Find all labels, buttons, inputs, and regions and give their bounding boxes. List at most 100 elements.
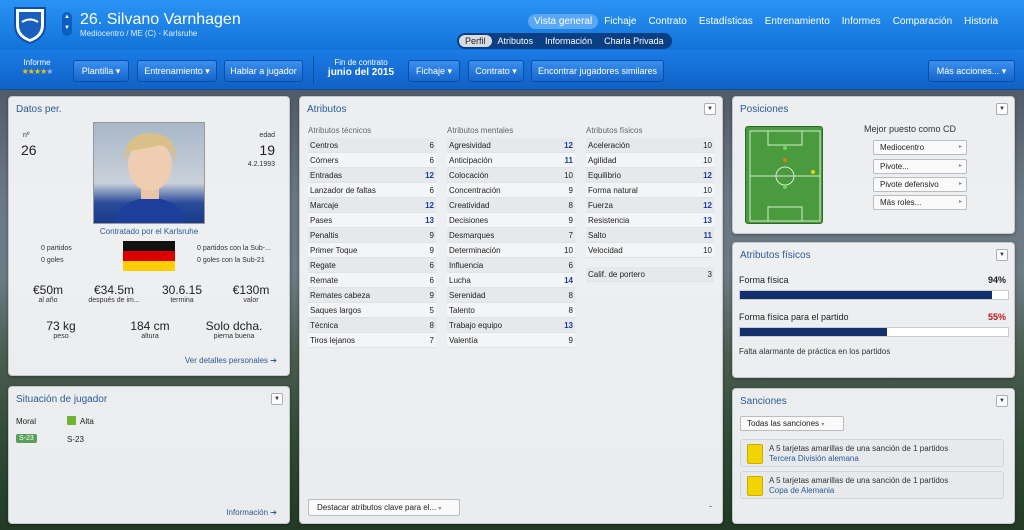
attr-row[interactable]: Agresividad 12 bbox=[447, 138, 575, 153]
attr-name: Marcaje bbox=[310, 201, 339, 210]
moral-status-icon bbox=[67, 416, 76, 425]
attr-value: 10 bbox=[703, 186, 712, 195]
attr-row[interactable]: Velocidad 10 bbox=[586, 243, 714, 258]
prev-next-player-arrows[interactable]: ▲ ▼ bbox=[62, 12, 72, 36]
hablar-jugador-button[interactable]: Hablar a jugador bbox=[224, 60, 303, 82]
attr-row[interactable]: Resistencia 13 bbox=[586, 213, 714, 228]
tab-informes[interactable]: Informes bbox=[836, 14, 887, 29]
encontrar-similares-button[interactable]: Encontrar jugadores similares bbox=[531, 60, 664, 82]
fichaje-button[interactable]: Fichaje ▾ bbox=[408, 60, 460, 82]
informe-rating[interactable]: Informe ★★★★★ bbox=[12, 58, 62, 76]
panel-menu-button[interactable]: ▼ bbox=[704, 103, 716, 115]
attr-row[interactable]: Centros 6 bbox=[308, 138, 436, 153]
attr-name: Colocación bbox=[449, 171, 489, 180]
panel-menu-button[interactable]: ▼ bbox=[996, 103, 1008, 115]
subtab-perfil[interactable]: Perfil bbox=[459, 35, 492, 47]
attr-row[interactable]: Lucha 14 bbox=[447, 273, 575, 288]
role-select-2[interactable]: Pivote... ▸ bbox=[873, 159, 967, 174]
tab-contrato[interactable]: Contrato bbox=[642, 14, 692, 29]
role-select-3[interactable]: Pivote defensivo ▸ bbox=[873, 177, 967, 192]
informacion-link[interactable]: Información ➔ bbox=[226, 508, 277, 517]
tab-fichaje[interactable]: Fichaje bbox=[598, 14, 642, 29]
attr-value: 11 bbox=[564, 156, 573, 165]
tab-entrenamiento[interactable]: Entrenamiento bbox=[759, 14, 836, 29]
attr-row[interactable]: Equilibrio 12 bbox=[586, 168, 714, 183]
attr-row[interactable]: Desmarques 7 bbox=[447, 228, 575, 243]
panel-menu-button[interactable]: ▼ bbox=[996, 395, 1008, 407]
player-portrait-icon bbox=[114, 133, 186, 223]
sanciones-filter-select[interactable]: Todas las sanciones ▾ bbox=[740, 416, 844, 431]
attr-name: Primer Toque bbox=[310, 246, 358, 255]
attr-row[interactable]: Tiros lejanos 7 bbox=[308, 333, 436, 348]
attr-row[interactable]: Anticipación 11 bbox=[447, 153, 575, 168]
subtab-informacion[interactable]: Información bbox=[539, 35, 598, 47]
attr-name: Fuerza bbox=[588, 201, 613, 210]
subtab-charla-privada[interactable]: Charla Privada bbox=[598, 35, 670, 47]
sanction-item[interactable]: A 5 tarjetas amarillas de una sanción de… bbox=[740, 439, 1004, 467]
posiciones-panel: Posiciones ▼ Mejor puesto como CD Medioc… bbox=[732, 96, 1015, 234]
signed-by-link[interactable]: Contratado por el Karlsruhe bbox=[69, 227, 229, 236]
attr-value: 8 bbox=[568, 201, 573, 210]
attr-row[interactable]: Remates cabeza 9 bbox=[308, 288, 436, 303]
sanction-competition[interactable]: Tercera División alemana bbox=[769, 454, 859, 463]
attr-row[interactable]: Córners 6 bbox=[308, 153, 436, 168]
attr-row[interactable]: Técnica 8 bbox=[308, 318, 436, 333]
attr-row[interactable]: Salto 11 bbox=[586, 228, 714, 243]
attr-value: 11 bbox=[703, 231, 712, 240]
subtab-atributos[interactable]: Atributos bbox=[492, 35, 540, 47]
role-select-more[interactable]: Más roles... ▸ bbox=[873, 195, 967, 210]
attr-row[interactable]: Decisiones 9 bbox=[447, 213, 575, 228]
contrato-button[interactable]: Contrato ▾ bbox=[468, 60, 524, 82]
expires-label: termina bbox=[170, 297, 194, 304]
attr-row[interactable]: Valentía 9 bbox=[447, 333, 575, 348]
attr-value: 8 bbox=[429, 321, 434, 330]
attr-row[interactable]: Talento 8 bbox=[447, 303, 575, 318]
tab-comparacion[interactable]: Comparación bbox=[887, 14, 958, 29]
attr-row[interactable]: Creatividad 8 bbox=[447, 198, 575, 213]
attr-row[interactable]: Concentración 9 bbox=[447, 183, 575, 198]
germany-flag-icon[interactable] bbox=[123, 241, 175, 271]
fitness-note: Falta alarmante de práctica en los parti… bbox=[739, 347, 891, 356]
attr-row[interactable]: Aceleración 10 bbox=[586, 138, 714, 153]
attr-row[interactable]: Calif. de portero 3 bbox=[586, 267, 714, 282]
attr-row[interactable]: Determinación 10 bbox=[447, 243, 575, 258]
ver-detalles-label: Ver detalles personales bbox=[184, 356, 269, 365]
attr-name: Agresividad bbox=[449, 141, 491, 150]
attr-row[interactable]: Agilidad 10 bbox=[586, 153, 714, 168]
ver-detalles-link[interactable]: Ver detalles personales ➔ bbox=[185, 356, 277, 365]
plantilla-button[interactable]: Plantilla ▾ bbox=[73, 60, 129, 82]
attr-row[interactable]: Primer Toque 9 bbox=[308, 243, 436, 258]
attr-row[interactable]: Saques largos 5 bbox=[308, 303, 436, 318]
attr-row[interactable]: Pases 13 bbox=[308, 213, 436, 228]
destacar-atributos-select[interactable]: Destacar atributos clave para el... ▾ bbox=[308, 499, 460, 516]
attr-row[interactable]: Marcaje 12 bbox=[308, 198, 436, 213]
attr-row[interactable]: Trabajo equipo 13 bbox=[447, 318, 575, 333]
attr-row[interactable]: Remate 6 bbox=[308, 273, 436, 288]
attr-row[interactable]: Lanzador de faltas 6 bbox=[308, 183, 436, 198]
sanction-competition[interactable]: Copa de Alemania bbox=[769, 486, 834, 495]
club-crest-icon[interactable] bbox=[12, 5, 48, 45]
attr-row[interactable]: Penaltis 9 bbox=[308, 228, 436, 243]
attr-row[interactable]: Regate 6 bbox=[308, 258, 436, 273]
entrenamiento-button[interactable]: Entrenamiento ▾ bbox=[137, 60, 217, 82]
chevron-icon: ▸ bbox=[958, 163, 962, 169]
tab-estadisticas[interactable]: Estadísticas bbox=[693, 14, 759, 29]
attr-row[interactable]: Forma natural 10 bbox=[586, 183, 714, 198]
sanction-item[interactable]: A 5 tarjetas amarillas de una sanción de… bbox=[740, 471, 1004, 499]
attr-row[interactable]: Colocación 10 bbox=[447, 168, 575, 183]
role-select-1[interactable]: Mediocentro ▸ bbox=[873, 140, 967, 155]
attr-value: 10 bbox=[703, 141, 712, 150]
panel-menu-button[interactable]: ▼ bbox=[271, 393, 283, 405]
attr-row[interactable]: Fuerza 12 bbox=[586, 198, 714, 213]
player-subtitle[interactable]: Mediocentro / ME (C) - Karlsruhe bbox=[80, 29, 197, 38]
attr-row[interactable]: Entradas 12 bbox=[308, 168, 436, 183]
panel-menu-button[interactable]: ▼ bbox=[996, 249, 1008, 261]
sanciones-panel: Sanciones ▼ Todas las sanciones ▾ A 5 ta… bbox=[732, 388, 1015, 524]
attr-row[interactable]: Influencia 6 bbox=[447, 258, 575, 273]
top-nav: Vista general Fichaje Contrato Estadísti… bbox=[528, 14, 1004, 29]
attr-row[interactable]: Serenidad 8 bbox=[447, 288, 575, 303]
tab-historia[interactable]: Historia bbox=[958, 14, 1004, 29]
mas-acciones-button[interactable]: Más acciones... ▾ bbox=[928, 60, 1015, 82]
panel-title: Datos per. bbox=[16, 104, 62, 115]
tab-vista-general[interactable]: Vista general bbox=[528, 14, 599, 29]
